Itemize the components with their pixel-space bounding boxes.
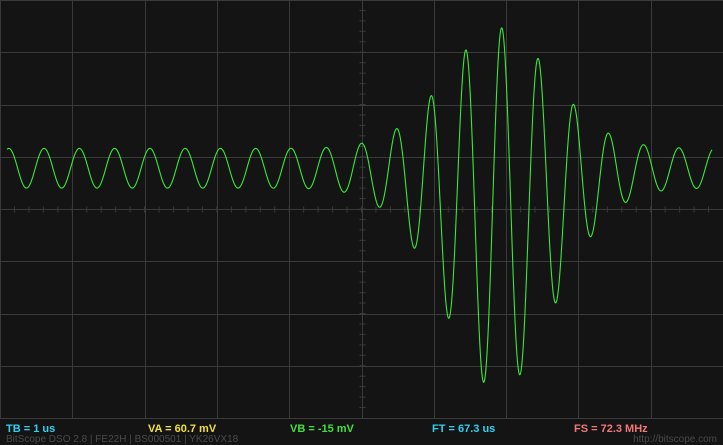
frame-time-readout: FT = 67.3 us [432, 423, 496, 435]
website-link[interactable]: http://bitscope.com [633, 434, 717, 445]
device-info: BitScope DSO 2.8 | FE22H | BS000501 | YK… [6, 434, 239, 445]
scope-screen [0, 0, 723, 420]
oscilloscope-display: TB = 1 us VA = 60.7 mV VB = -15 mV FT = … [0, 0, 723, 445]
channel-b-readout: VB = -15 mV [290, 423, 354, 435]
